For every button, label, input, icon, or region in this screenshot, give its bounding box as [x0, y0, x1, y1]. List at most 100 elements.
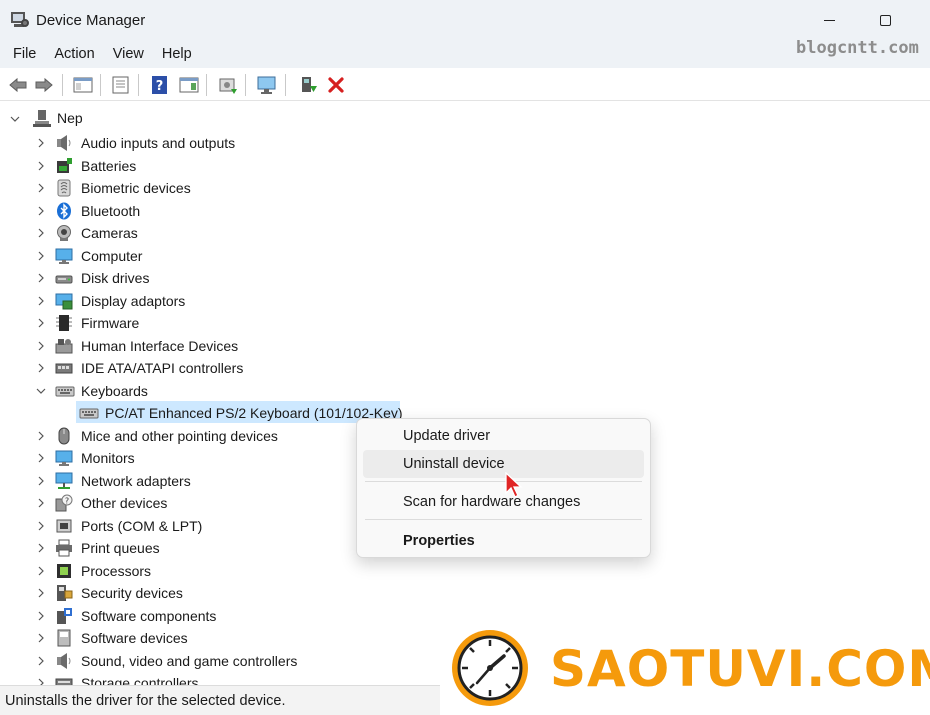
- menu-update-driver[interactable]: Update driver: [363, 422, 644, 450]
- expand-chevron-icon[interactable]: [36, 656, 46, 666]
- expand-chevron-icon[interactable]: [36, 476, 46, 486]
- expand-chevron-icon[interactable]: [36, 431, 46, 441]
- help-toolbar-button[interactable]: ?: [149, 74, 171, 96]
- back-button[interactable]: [7, 74, 29, 96]
- ide-icon: [55, 359, 73, 377]
- tree-category-software-components[interactable]: Software components: [81, 608, 216, 624]
- expand-chevron-icon[interactable]: [36, 611, 46, 621]
- expand-chevron-icon[interactable]: [36, 318, 46, 328]
- computer-icon: [55, 247, 73, 265]
- software-device-icon: [55, 629, 73, 647]
- title-bar: Device Manager: [0, 0, 930, 40]
- expand-chevron-icon[interactable]: [36, 138, 46, 148]
- processor-icon: [55, 562, 73, 580]
- camera-icon: [55, 224, 73, 242]
- forward-button[interactable]: [33, 74, 55, 96]
- expand-chevron-icon[interactable]: [36, 521, 46, 531]
- menu-action[interactable]: Action: [45, 46, 103, 62]
- network-icon: [55, 472, 73, 490]
- expand-chevron-icon[interactable]: [36, 588, 46, 598]
- logo-text: SAOTUVI.COM: [550, 640, 930, 698]
- tree-root-label[interactable]: Nep: [57, 110, 83, 126]
- logo-watermark: SAOTUVI.COM: [440, 622, 930, 715]
- window-title: Device Manager: [36, 11, 146, 29]
- tree-category-monitors[interactable]: Monitors: [81, 450, 135, 466]
- action-pane-button[interactable]: [178, 74, 200, 96]
- maximize-button[interactable]: [862, 0, 908, 40]
- expand-chevron-icon[interactable]: [36, 273, 46, 283]
- tree-category-bluetooth[interactable]: Bluetooth: [81, 203, 140, 219]
- enable-device-toolbar-button[interactable]: [297, 74, 319, 96]
- scan-hardware-icon: [257, 76, 276, 94]
- menu-file[interactable]: File: [4, 46, 45, 62]
- menu-separator: [365, 519, 642, 520]
- expand-chevron-icon[interactable]: [36, 228, 46, 238]
- toolbar-separator: [100, 74, 101, 96]
- expand-chevron-icon[interactable]: [36, 296, 46, 306]
- console-tree-icon: [73, 77, 93, 93]
- software-component-icon: [55, 607, 73, 625]
- properties-toolbar-button[interactable]: [110, 74, 132, 96]
- collapse-chevron-icon[interactable]: [36, 386, 46, 396]
- expand-chevron-icon[interactable]: [36, 453, 46, 463]
- tree-category-disk-drives[interactable]: Disk drives: [81, 270, 149, 286]
- display-adapter-icon: [55, 292, 73, 310]
- expand-chevron-icon[interactable]: [36, 543, 46, 553]
- expand-chevron-icon[interactable]: [36, 341, 46, 351]
- tree-category-keyboards[interactable]: Keyboards: [81, 383, 148, 399]
- tree-category-cameras[interactable]: Cameras: [81, 225, 138, 241]
- tree-category-display-adaptors[interactable]: Display adaptors: [81, 293, 185, 309]
- unknown-device-icon: ?: [55, 494, 73, 512]
- tree-category-firmware[interactable]: Firmware: [81, 315, 139, 331]
- scan-hardware-toolbar-button[interactable]: [256, 74, 278, 96]
- tree-category-security-devices[interactable]: Security devices: [81, 585, 183, 601]
- storage-icon: [55, 674, 73, 685]
- tree-category-ports-com-lpt[interactable]: Ports (COM & LPT): [81, 518, 202, 534]
- printer-icon: [55, 539, 73, 557]
- tree-category-computer[interactable]: Computer: [81, 248, 142, 264]
- tree-category-other-devices[interactable]: Other devices: [81, 495, 167, 511]
- expand-chevron-icon[interactable]: [36, 633, 46, 643]
- tree-category-audio-inputs-and-outputs[interactable]: Audio inputs and outputs: [81, 135, 235, 151]
- expand-chevron-icon[interactable]: [36, 161, 46, 171]
- show-hide-tree-button[interactable]: [72, 74, 94, 96]
- mouse-icon: [55, 427, 73, 445]
- expand-chevron-icon[interactable]: [36, 566, 46, 576]
- tree-category-storage-controllers[interactable]: Storage controllers: [81, 675, 199, 685]
- expand-chevron-icon[interactable]: [36, 183, 46, 193]
- tree-category-print-queues[interactable]: Print queues: [81, 540, 160, 556]
- uninstall-device-toolbar-button[interactable]: [325, 74, 347, 96]
- tree-category-biometric-devices[interactable]: Biometric devices: [81, 180, 191, 196]
- menu-properties[interactable]: Properties: [363, 527, 644, 555]
- tree-category-ide-ata-atapi-controllers[interactable]: IDE ATA/ATAPI controllers: [81, 360, 243, 376]
- fingerprint-icon: [55, 179, 73, 197]
- minimize-button[interactable]: [806, 0, 852, 40]
- action-pane-icon: [179, 77, 199, 93]
- menu-view[interactable]: View: [104, 46, 153, 62]
- tree-category-human-interface-devices[interactable]: Human Interface Devices: [81, 338, 238, 354]
- battery-icon: [55, 157, 73, 175]
- update-driver-toolbar-button[interactable]: [217, 74, 239, 96]
- expand-chevron-icon[interactable]: [36, 363, 46, 373]
- expand-chevron-icon[interactable]: [36, 498, 46, 508]
- device-tree[interactable]: Nep Audio inputs and outputs Batteries Bio…: [0, 101, 930, 685]
- device-manager-icon: [10, 10, 30, 30]
- expand-chevron-icon[interactable]: [36, 678, 46, 685]
- collapse-chevron-icon[interactable]: [10, 114, 20, 124]
- tree-category-mice-and-other-pointing-devices[interactable]: Mice and other pointing devices: [81, 428, 278, 444]
- red-x-icon: [328, 77, 344, 93]
- back-arrow-icon: [9, 77, 27, 93]
- watermark-text: blogcntt.com: [796, 38, 919, 58]
- menu-help[interactable]: Help: [153, 46, 201, 62]
- monitor-icon: [55, 449, 73, 467]
- tree-category-batteries[interactable]: Batteries: [81, 158, 136, 174]
- tree-category-software-devices[interactable]: Software devices: [81, 630, 188, 646]
- expand-chevron-icon[interactable]: [36, 206, 46, 216]
- toolbar-separator: [285, 74, 286, 96]
- expand-chevron-icon[interactable]: [36, 251, 46, 261]
- forward-arrow-icon: [35, 77, 53, 93]
- tree-category-network-adapters[interactable]: Network adapters: [81, 473, 191, 489]
- tree-category-processors[interactable]: Processors: [81, 563, 151, 579]
- svg-text:?: ?: [156, 79, 164, 94]
- tree-category-sound-video-and-game-controllers[interactable]: Sound, video and game controllers: [81, 653, 297, 669]
